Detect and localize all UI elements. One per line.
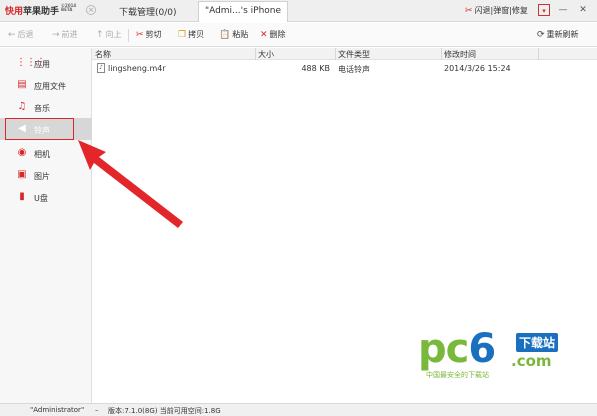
camera-icon: ◉	[17, 147, 27, 158]
sidebar-item-music[interactable]: ♫ 音乐	[0, 96, 92, 118]
column-divider[interactable]	[255, 48, 256, 60]
status-device: "Administrator"	[30, 406, 85, 414]
scissors-icon: ✂	[136, 30, 144, 40]
repair-icon: ✂	[465, 6, 473, 16]
sidebar-item-label: 图片	[34, 172, 50, 181]
folder-icon: ▤	[17, 79, 27, 90]
forward-button[interactable]: → 前进	[52, 29, 78, 40]
highlight-box	[5, 118, 74, 140]
watermark-logo: pc6	[418, 326, 496, 372]
sidebar-item-apps[interactable]: ⋮⋮⋮ 应用	[0, 52, 92, 74]
file-type: 电话铃声	[338, 65, 370, 74]
paste-button[interactable]: 📋 粘贴	[219, 29, 248, 40]
clipboard-icon: 📋	[219, 30, 231, 40]
column-divider[interactable]	[538, 48, 539, 60]
sidebar-item-label: U盘	[34, 194, 48, 203]
column-header-name[interactable]: 名称	[95, 49, 111, 60]
app-name: 苹果助手	[23, 7, 60, 17]
image-icon: ▣	[17, 169, 27, 180]
pc6-watermark: pc6 下载站 .com 中国最安全的下载站	[418, 325, 583, 385]
cut-button[interactable]: ✂ 剪切	[136, 29, 162, 40]
sidebar-item-label: 相机	[34, 150, 50, 159]
sidebar-item-photos[interactable]: ▣ 图片	[0, 164, 92, 186]
title-bar: 快用苹果助手©2014 BETA × 下载管理(0/0) "Admi...'s i…	[0, 0, 597, 22]
table-row[interactable]: ♪ lingsheng.m4r 488 KB 电话铃声 2014/3/26 15…	[92, 62, 597, 74]
close-tab-icon[interactable]: ×	[86, 5, 96, 15]
tab-downloads[interactable]: 下载管理(0/0)	[119, 5, 177, 18]
delete-button[interactable]: ✕ 删除	[260, 29, 286, 40]
back-arrow-icon: ←	[8, 30, 16, 40]
sidebar-item-camera[interactable]: ◉ 相机	[0, 142, 92, 164]
status-bar: "Administrator" – 版本:7.1.0(8G) 当前可用空间:1.…	[0, 403, 597, 416]
copy-button[interactable]: ❐ 拷贝	[178, 29, 204, 40]
list-header: 名称 大小 文件类型 修改时间	[92, 48, 597, 60]
watermark-slogan: 中国最安全的下载站	[426, 371, 489, 379]
copy-icon: ❐	[178, 30, 187, 40]
sidebar-item-label: 音乐	[34, 104, 50, 113]
audio-file-icon: ♪	[97, 63, 105, 73]
column-divider[interactable]	[335, 48, 336, 60]
column-header-type[interactable]: 文件类型	[338, 49, 370, 60]
sidebar: ⋮⋮⋮ 应用 ▤ 应用文件 ♫ 音乐 ◀ 铃声 ◉ 相机 ▣ 图片 ▮ U盘	[0, 48, 92, 403]
close-window-icon[interactable]: ✕	[577, 4, 589, 16]
file-modified: 2014/3/26 15:24	[444, 64, 511, 73]
sidebar-item-label: 应用文件	[34, 82, 66, 91]
minimize-icon[interactable]: —	[557, 4, 569, 16]
column-header-size[interactable]: 大小	[258, 49, 274, 60]
status-separator: –	[95, 406, 99, 414]
crash-repair-button[interactable]: ✂ 闪退|弹窗|修复	[465, 5, 528, 16]
refresh-button[interactable]: ⟳ 重新刷新	[537, 29, 579, 40]
music-note-icon: ♫	[17, 101, 27, 112]
menu-icon[interactable]: ▾	[538, 4, 550, 16]
column-divider[interactable]	[441, 48, 442, 60]
usb-icon: ▮	[19, 191, 25, 202]
up-button[interactable]: ↑ 向上	[96, 29, 122, 40]
delete-icon: ✕	[260, 30, 268, 40]
toolbar-divider	[128, 29, 129, 42]
app-version: ©2014 BETA	[61, 3, 77, 12]
back-button[interactable]: ← 后退	[8, 29, 34, 40]
grid-icon: ⋮⋮⋮	[16, 57, 46, 68]
file-size: 488 KB	[301, 64, 330, 73]
column-header-modified[interactable]: 修改时间	[444, 49, 476, 60]
watermark-badge: 下载站	[516, 333, 559, 352]
sidebar-item-app-files[interactable]: ▤ 应用文件	[0, 74, 92, 96]
repair-label: 闪退|弹窗|修复	[474, 6, 528, 15]
toolbar: ← 后退 → 前进 ↑ 向上 ✂ 剪切 ❐ 拷贝 📋 粘贴 ✕ 删除 ⟳ 重新刷新	[0, 23, 597, 47]
tab-device[interactable]: "Admi...'s iPhone	[198, 1, 288, 22]
app-logo: 快用苹果助手©2014 BETA	[5, 3, 77, 18]
up-arrow-icon: ↑	[96, 30, 104, 40]
watermark-domain: .com	[511, 352, 552, 370]
file-name: lingsheng.m4r	[108, 64, 166, 73]
refresh-icon: ⟳	[537, 30, 545, 40]
status-info: 版本:7.1.0(8G) 当前可用空间:1.8G	[108, 407, 221, 415]
forward-arrow-icon: →	[52, 30, 60, 40]
app-brand: 快用	[5, 7, 24, 17]
sidebar-item-label: 应用	[34, 60, 50, 69]
sidebar-item-usb-drive[interactable]: ▮ U盘	[0, 186, 92, 208]
